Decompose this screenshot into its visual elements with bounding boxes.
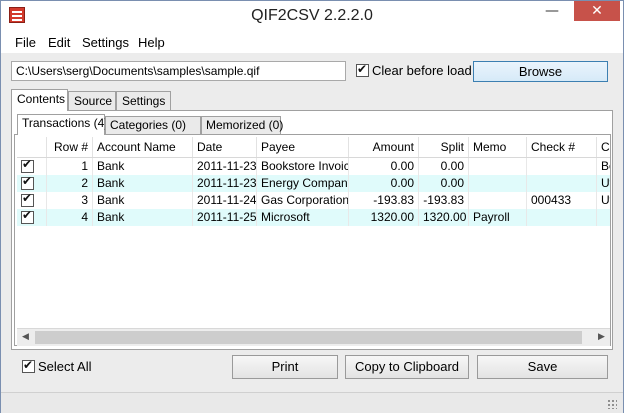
category-cell: Books [597,158,610,175]
menu-settings[interactable]: Settings [82,35,129,50]
menu-edit[interactable]: Edit [48,35,70,50]
column-header-check[interactable]: Check # [527,137,597,157]
row-number: 1 [47,158,93,175]
table-row[interactable]: 2 Bank 2011-11-23 Energy Company 0.00 0.… [17,175,610,192]
menu-help[interactable]: Help [138,35,165,50]
amount-cell: -193.83 [349,192,419,209]
column-header-row[interactable]: Row # [47,137,93,157]
column-header-date[interactable]: Date [193,137,257,157]
check-cell [527,158,597,175]
tab-settings[interactable]: Settings [116,91,171,110]
row-select-cell [17,209,47,226]
payee-cell: Energy Company [257,175,349,192]
column-header-split[interactable]: Split [419,137,469,157]
check-cell [527,209,597,226]
menu-file[interactable]: File [15,35,36,50]
column-header-category[interactable]: Cate [597,137,610,157]
browse-button[interactable]: Browse [473,61,608,82]
column-header-memo[interactable]: Memo [469,137,527,157]
close-button[interactable]: ✕ [574,1,620,21]
scroll-left-icon[interactable]: ◀ [17,329,34,346]
memo-cell [469,192,527,209]
memo-cell: Payroll [469,209,527,226]
save-button[interactable]: Save [477,355,608,379]
clear-before-load-label[interactable]: Clear before load [372,63,472,78]
menu-bar: File Edit Settings Help [1,31,623,53]
tab-categories[interactable]: Categories (0) [105,116,201,134]
date-cell: 2011-11-23 [193,175,257,192]
account-cell: Bank [93,209,193,226]
row-select-cell [17,175,47,192]
minimize-button[interactable]: — [538,1,566,21]
category-cell: Utiliti [597,192,610,209]
column-header-account[interactable]: Account Name [93,137,193,157]
scrollbar-thumb[interactable] [35,331,582,344]
column-header-payee[interactable]: Payee [257,137,349,157]
split-cell: 1320.00 [419,209,469,226]
account-cell: Bank [93,192,193,209]
app-window: QIF2CSV 2.2.2.0 — ✕ File Edit Settings H… [0,0,624,413]
select-all-checkbox[interactable] [22,358,35,373]
row-number: 2 [47,175,93,192]
payee-cell: Microsoft [257,209,349,226]
check-cell: 000433 [527,192,597,209]
category-cell: Utiliti [597,175,610,192]
row-checkbox[interactable] [21,209,34,224]
row-checkbox[interactable] [21,175,34,190]
tab-transactions[interactable]: Transactions (4) [17,114,108,135]
clear-before-load-checkbox[interactable] [356,62,369,77]
column-header-amount[interactable]: Amount [349,137,419,157]
scroll-right-icon[interactable]: ▶ [593,329,610,346]
window-title: QIF2CSV 2.2.2.0 [251,7,373,24]
tab-contents[interactable]: Contents [11,89,68,111]
row-number: 4 [47,209,93,226]
tab-memorized[interactable]: Memorized (0) [201,116,283,134]
horizontal-scrollbar[interactable]: ◀ ▶ [17,328,610,346]
row-select-cell [17,192,47,209]
file-path-input[interactable]: C:\Users\serg\Documents\samples\sample.q… [11,61,346,81]
check-cell [527,175,597,192]
main-tabs: Contents Source Settings [11,89,621,111]
memo-cell [469,175,527,192]
print-button[interactable]: Print [232,355,338,379]
column-header-select[interactable] [17,137,47,157]
row-number: 3 [47,192,93,209]
split-cell: -193.83 [419,192,469,209]
memo-cell [469,158,527,175]
table-row[interactable]: 1 Bank 2011-11-23 Bookstore Invoice 0.00… [17,158,610,175]
status-bar [1,392,623,413]
split-cell: 0.00 [419,175,469,192]
category-cell [597,209,610,226]
row-select-cell [17,158,47,175]
copy-to-clipboard-button[interactable]: Copy to Clipboard [345,355,469,379]
resize-grip-icon[interactable] [607,399,617,409]
row-checkbox[interactable] [21,192,34,207]
table-row[interactable]: 3 Bank 2011-11-24 Gas Corporation -193.8… [17,192,610,209]
transactions-grid: Row # Account Name Date Payee Amount Spl… [17,137,610,327]
select-all-label[interactable]: Select All [38,359,91,374]
date-cell: 2011-11-24 [193,192,257,209]
payee-cell: Gas Corporation [257,192,349,209]
tab-source[interactable]: Source [68,91,116,110]
row-checkbox[interactable] [21,158,34,173]
account-cell: Bank [93,158,193,175]
date-cell: 2011-11-25 [193,209,257,226]
grid-header: Row # Account Name Date Payee Amount Spl… [17,137,610,158]
payee-cell: Bookstore Invoice [257,158,349,175]
amount-cell: 1320.00 [349,209,419,226]
amount-cell: 0.00 [349,158,419,175]
amount-cell: 0.00 [349,175,419,192]
account-cell: Bank [93,175,193,192]
date-cell: 2011-11-23 [193,158,257,175]
title-bar: QIF2CSV 2.2.2.0 — ✕ [1,1,623,31]
split-cell: 0.00 [419,158,469,175]
table-row[interactable]: 4 Bank 2011-11-25 Microsoft 1320.00 1320… [17,209,610,226]
